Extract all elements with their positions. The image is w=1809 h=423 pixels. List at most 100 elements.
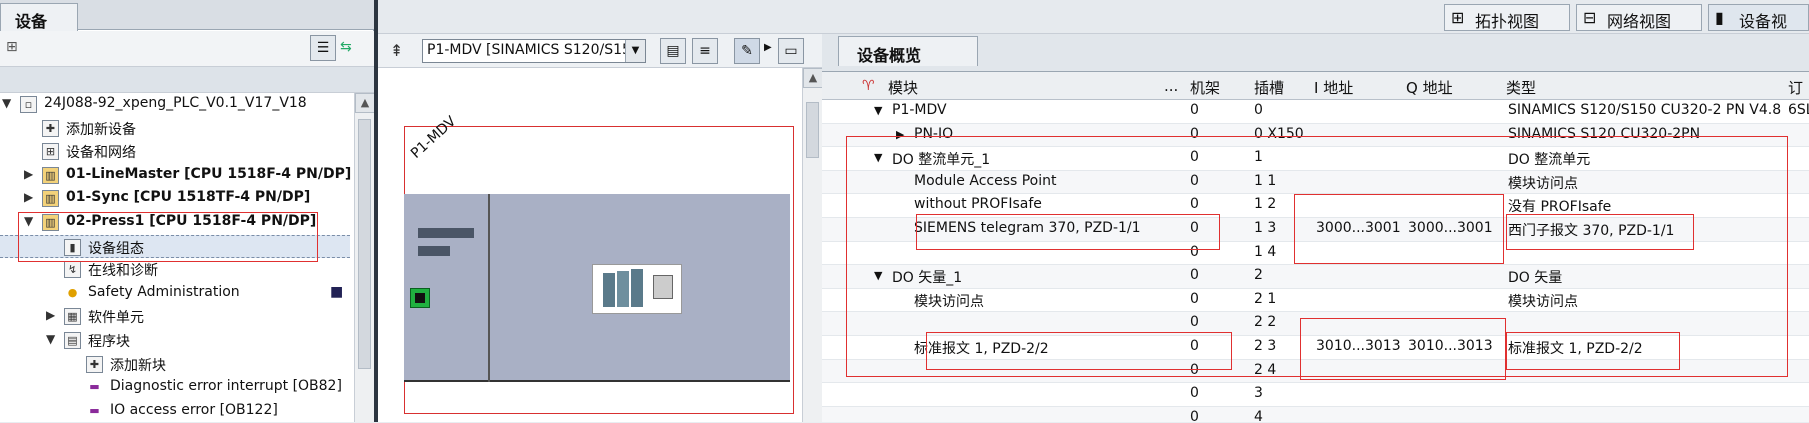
cell-order: 6SL3 bbox=[1788, 102, 1809, 118]
highlight-box bbox=[1506, 332, 1680, 370]
network-view-button[interactable]: ⊟ 网络视图 bbox=[1576, 4, 1702, 31]
highlight-box bbox=[1300, 318, 1506, 380]
tree-header-bar bbox=[0, 67, 374, 93]
cell-rack: 0 bbox=[1190, 385, 1199, 402]
plc-folder-icon: ▥ bbox=[42, 166, 59, 184]
topology-icon: ⊞ bbox=[1451, 8, 1465, 27]
col-type[interactable]: 类型 bbox=[1506, 77, 1536, 98]
highlight-box bbox=[18, 212, 318, 262]
scroll-up-icon[interactable]: ▲ bbox=[803, 68, 823, 88]
tree-sync-icon[interactable]: ⇆ bbox=[340, 39, 352, 55]
safety-icon: ● bbox=[67, 285, 78, 299]
tree-item-label: 添加新块 bbox=[110, 357, 166, 374]
cell-rack: 0 bbox=[1190, 408, 1199, 422]
diagnostics-icon: ↯ bbox=[64, 261, 81, 279]
expand-icon[interactable]: ▶ bbox=[24, 190, 33, 204]
col-i-address[interactable]: I 地址 bbox=[1314, 77, 1353, 98]
tree-item-label: Safety Administration bbox=[88, 283, 240, 300]
tree-item[interactable]: ▶ ▦ 软件单元 bbox=[0, 305, 350, 328]
project-tree-panel: 设备 ⊞ ☰ ⇆ ▼ ▫ 24J088-92_xpeng_PLC_V0.1_V17_… bbox=[0, 0, 375, 423]
tree-item[interactable]: ▬ IO access error [OB122] bbox=[0, 400, 350, 423]
tree-item[interactable]: ▶ ▥ 01-Sync [CPU 1518TF-4 PN/DP] bbox=[0, 187, 350, 210]
tree-item-label: 添加新设备 bbox=[66, 121, 136, 138]
col-more[interactable]: ... bbox=[1164, 77, 1178, 95]
device-view-icon: ▮ bbox=[1715, 8, 1724, 27]
scroll-up-icon[interactable]: ▲ bbox=[355, 93, 375, 113]
col-order[interactable]: 订 bbox=[1788, 77, 1803, 98]
project-tree-toolbar: ⊞ ☰ ⇆ bbox=[0, 31, 374, 67]
zoom-tool-icon[interactable]: ✎ bbox=[734, 38, 760, 64]
graphic-scrollbar[interactable]: ▲ bbox=[802, 68, 823, 422]
cell-slot: 4 bbox=[1254, 408, 1263, 422]
drive-unit-icon[interactable] bbox=[592, 264, 682, 314]
col-q-address[interactable]: Q 地址 bbox=[1406, 77, 1453, 98]
tree-item-label: 设备和网络 bbox=[66, 145, 136, 162]
tree-item[interactable]: ▼ ▫ 24J088-92_xpeng_PLC_V0.1_V17_V18 bbox=[0, 93, 350, 116]
cell-slot: 3 bbox=[1254, 385, 1263, 402]
tree-item[interactable]: ✚ 添加新块 bbox=[0, 353, 350, 376]
device-selector[interactable]: P1-MDV [SINAMICS S120/S150 ▼ bbox=[422, 39, 646, 63]
devices-tab[interactable]: 设备 bbox=[0, 3, 78, 31]
col-slot[interactable]: 插槽 bbox=[1254, 77, 1284, 98]
name-display-icon[interactable]: ≡ bbox=[692, 38, 718, 64]
collapse-icon[interactable]: ▼ bbox=[2, 96, 11, 110]
device-overview-panel: ⊞ 拓扑视图 ⊟ 网络视图 ▮ 设备视 设备概览 ♈ 模块 ... 机架 插槽 I 地… bbox=[822, 0, 1809, 422]
tree-item-label: 01-Sync [CPU 1518TF-4 PN/DP] bbox=[66, 189, 311, 206]
tree-item-label: 01-LineMaster [CPU 1518F-4 PN/DP] bbox=[66, 165, 352, 182]
tree-item[interactable]: ▬ Diagnostic error interrupt [OB82] bbox=[0, 376, 350, 399]
tree-item-label: 程序块 bbox=[88, 334, 130, 350]
collapse-icon[interactable]: ▼ bbox=[46, 332, 55, 346]
rack-slot-bar bbox=[418, 246, 450, 256]
tree-item-label: 在线和诊断 bbox=[88, 263, 158, 280]
tree-item[interactable]: ✚ 添加新设备 bbox=[0, 117, 350, 140]
tree-item[interactable]: ▼ ▤ 程序块 bbox=[0, 329, 350, 352]
plc-folder-icon: ▥ bbox=[42, 190, 59, 208]
ob-icon: ▬ bbox=[89, 380, 100, 394]
page-view-icon[interactable]: ▭ bbox=[778, 38, 804, 64]
chevron-down-icon[interactable]: ▼ bbox=[625, 40, 645, 62]
filter-icon[interactable]: ♈ bbox=[862, 78, 875, 94]
overview-icon[interactable]: ▤ bbox=[660, 38, 686, 64]
pin-icon[interactable]: ⇞ bbox=[390, 41, 403, 60]
ethernet-port-icon[interactable] bbox=[410, 288, 430, 308]
tree-scrollbar[interactable]: ▲ bbox=[354, 93, 375, 422]
add-block-icon: ✚ bbox=[86, 355, 103, 373]
cell-type: SINAMICS S120/S150 CU320-2 PN V4.8 bbox=[1508, 102, 1782, 118]
cell-module: P1-MDV bbox=[892, 102, 947, 118]
tree-item-label: Diagnostic error interrupt [OB82] bbox=[110, 378, 342, 395]
rack-slot-bar bbox=[418, 228, 474, 238]
tree-item[interactable]: ▶ ▥ 01-LineMaster [CPU 1518F-4 PN/DP] bbox=[0, 164, 352, 187]
device-selector-value: P1-MDV [SINAMICS S120/S150 bbox=[427, 42, 640, 58]
lock-icon: ■ bbox=[330, 283, 344, 300]
tree-item[interactable]: ● Safety Administration ■ bbox=[0, 282, 350, 305]
scroll-thumb[interactable] bbox=[806, 102, 819, 158]
highlight-box bbox=[1294, 194, 1504, 264]
expand-icon[interactable]: ▶ bbox=[24, 167, 33, 181]
tree-item[interactable]: ⊞ 设备和网络 bbox=[0, 140, 350, 163]
tree-item-label: 软件单元 bbox=[88, 310, 144, 327]
device-overview-tab[interactable]: 设备概览 bbox=[838, 36, 978, 66]
device-rack[interactable] bbox=[404, 194, 790, 382]
detail-view-icon[interactable]: ☰ bbox=[310, 35, 336, 61]
table-row[interactable]: 04 bbox=[822, 406, 1809, 422]
highlight-box bbox=[926, 332, 1232, 370]
col-module[interactable]: 模块 bbox=[888, 77, 918, 98]
table-row[interactable]: 03 bbox=[822, 383, 1809, 407]
table-header: ♈ 模块 ... 机架 插槽 I 地址 Q 地址 类型 订 bbox=[822, 72, 1809, 100]
software-unit-icon: ▦ bbox=[64, 308, 81, 326]
zoom-dropdown-icon[interactable]: ▶ bbox=[764, 42, 772, 53]
add-device-icon: ✚ bbox=[42, 119, 59, 137]
tree-options-icon[interactable]: ⊞ bbox=[6, 39, 18, 55]
graphic-view-toolbar: ⇞ P1-MDV [SINAMICS S120/S150 ▼ ▤ ≡ ✎ ▶ ▭ bbox=[378, 34, 822, 68]
expand-icon[interactable]: ▶ bbox=[46, 308, 55, 322]
device-view-button[interactable]: ▮ 设备视 bbox=[1708, 4, 1809, 31]
col-rack[interactable]: 机架 bbox=[1190, 77, 1220, 98]
network-icon: ⊟ bbox=[1583, 8, 1597, 27]
rack-divider bbox=[488, 194, 490, 382]
scroll-thumb[interactable] bbox=[358, 119, 371, 369]
tree-item-label: 24J088-92_xpeng_PLC_V0.1_V17_V18 bbox=[44, 95, 307, 111]
network-icon: ⊞ bbox=[42, 143, 59, 161]
collapse-icon[interactable]: ▼ bbox=[874, 104, 882, 117]
topology-view-button[interactable]: ⊞ 拓扑视图 bbox=[1444, 4, 1570, 31]
table-row[interactable]: ▼ P1-MDV 0 0 SINAMICS S120/S150 CU320-2 PN V… bbox=[822, 100, 1809, 124]
